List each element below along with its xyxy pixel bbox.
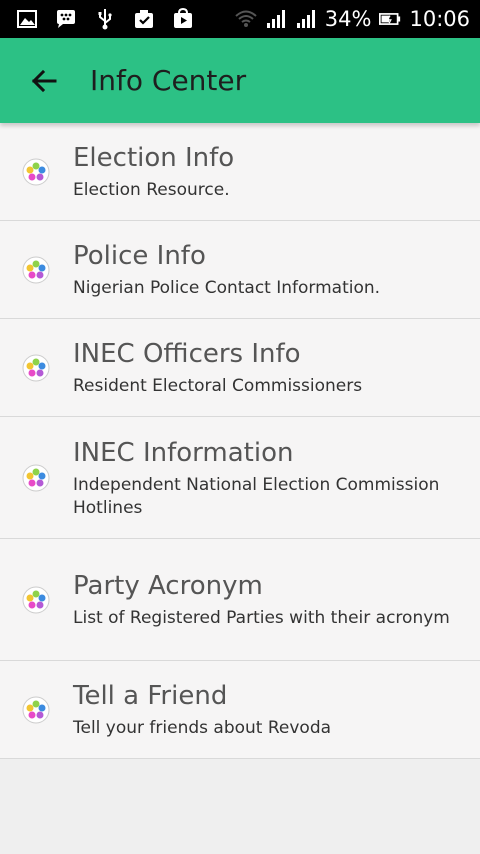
signal-icon xyxy=(265,8,287,30)
item-title: INEC Officers Info xyxy=(73,339,301,369)
info-list: Election Info Election Resource. Police … xyxy=(0,123,480,759)
system-status: 34% 10:06 xyxy=(235,7,470,31)
play-store-icon xyxy=(172,8,194,30)
notification-icons xyxy=(16,8,194,30)
wifi-icon xyxy=(235,8,257,30)
list-item-election-info[interactable]: Election Info Election Resource. xyxy=(0,123,480,221)
battery-percent: 34% xyxy=(324,7,372,31)
item-subtitle: Independent National Election Commission… xyxy=(73,474,440,518)
item-subtitle: List of Registered Parties with their ac… xyxy=(73,608,450,628)
revoda-flower-icon xyxy=(22,256,50,284)
revoda-flower-icon xyxy=(22,354,50,382)
list-item-party-acronym[interactable]: Party Acronym List of Registered Parties… xyxy=(0,539,480,661)
revoda-flower-icon xyxy=(22,158,50,186)
list-item-inec-information[interactable]: INEC Information Independent National El… xyxy=(0,417,480,539)
image-icon xyxy=(16,8,38,30)
item-title: Election Info xyxy=(73,143,235,173)
list-item-tell-a-friend[interactable]: Tell a Friend Tell your friends about Re… xyxy=(0,661,480,759)
list-item-inec-officers-info[interactable]: INEC Officers Info Resident Electoral Co… xyxy=(0,319,480,417)
list-item-police-info[interactable]: Police Info Nigerian Police Contact Info… xyxy=(0,221,480,319)
clock: 10:06 xyxy=(409,7,470,31)
page-title: Info Center xyxy=(90,64,247,97)
item-title: Police Info xyxy=(73,241,206,271)
back-arrow-icon xyxy=(29,66,59,96)
bbm-icon xyxy=(55,8,77,30)
battery-icon xyxy=(379,8,401,30)
item-subtitle: Resident Electoral Commissioners xyxy=(73,376,363,396)
back-button[interactable] xyxy=(24,61,64,101)
revoda-flower-icon xyxy=(22,464,50,492)
app-bar: Info Center xyxy=(0,38,480,123)
item-title: Tell a Friend xyxy=(73,681,228,711)
item-subtitle: Tell your friends about Revoda xyxy=(73,718,332,738)
status-bar: 34% 10:06 xyxy=(0,0,480,38)
signal-icon-2 xyxy=(295,8,317,30)
revoda-flower-icon xyxy=(22,586,50,614)
task-icon xyxy=(133,8,155,30)
revoda-flower-icon xyxy=(22,696,50,724)
item-subtitle: Nigerian Police Contact Information. xyxy=(73,278,381,298)
item-title: INEC Information xyxy=(73,437,294,468)
item-title: Party Acronym xyxy=(73,571,263,601)
usb-icon xyxy=(94,8,116,30)
item-subtitle: Election Resource. xyxy=(73,180,230,200)
